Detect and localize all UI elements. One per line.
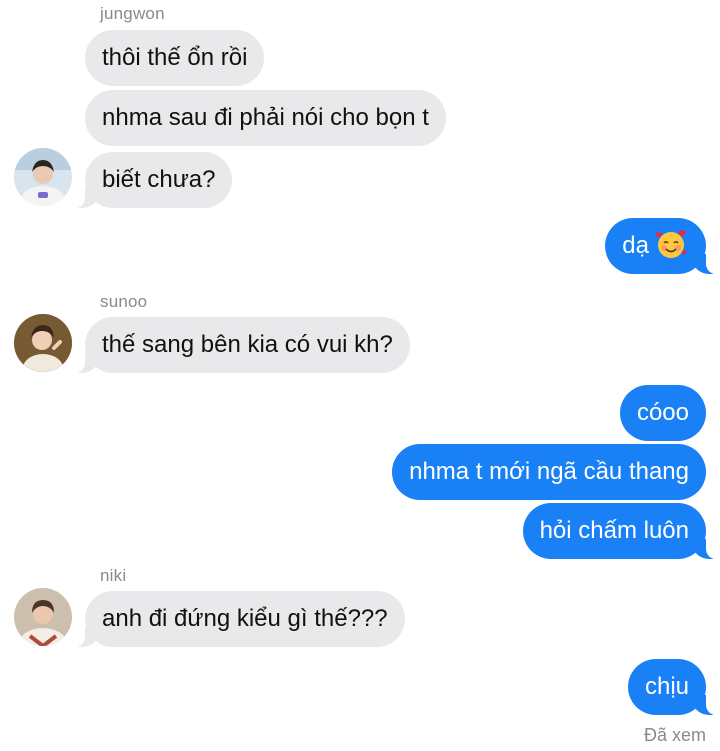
message-text: nhma t mới ngã cầu thang xyxy=(409,458,689,485)
avatar-niki[interactable] xyxy=(14,588,72,646)
sender-name-sunoo: sunoo xyxy=(100,292,148,311)
avatar-photo-icon xyxy=(14,148,72,206)
message-bubble-outgoing[interactable]: nhma t mới ngã cầu thang xyxy=(392,444,706,500)
message-bubble-incoming[interactable]: nhma sau đi phải nói cho bọn t xyxy=(85,90,446,146)
message-text: cóoo xyxy=(636,399,689,426)
message-bubble-incoming[interactable]: thế sang bên kia có vui kh? xyxy=(75,317,410,373)
read-receipt: Đã xem xyxy=(643,725,706,745)
sender-name-jungwon: jungwon xyxy=(100,4,165,23)
message-text: nhma sau đi phải nói cho bọn t xyxy=(102,104,429,131)
message-text: thôi thế ổn rồi xyxy=(102,44,248,71)
avatar-sunoo[interactable] xyxy=(14,314,72,372)
message-text: anh đi đứng kiểu gì thế??? xyxy=(102,605,388,632)
avatar-jungwon[interactable] xyxy=(14,148,72,206)
message-text: biết chưa? xyxy=(102,166,216,193)
message-text: thế sang bên kia có vui kh? xyxy=(102,331,393,358)
avatar-photo-icon xyxy=(14,314,72,372)
message-bubble-outgoing[interactable]: chịu xyxy=(627,659,717,715)
message-text: dạ xyxy=(622,232,649,259)
message-bubble-outgoing[interactable]: cóoo xyxy=(619,385,706,441)
avatar-photo-icon xyxy=(14,588,72,646)
sender-name-niki: niki xyxy=(100,566,127,585)
smiling-face-with-hearts-icon xyxy=(656,229,687,258)
message-bubble-outgoing[interactable]: hỏi chấm luôn xyxy=(522,503,717,559)
message-text: hỏi chấm luôn xyxy=(539,517,689,544)
message-text: chịu xyxy=(644,673,689,700)
message-bubble-incoming[interactable]: biết chưa? xyxy=(74,152,233,208)
message-bubble-incoming[interactable]: anh đi đứng kiểu gì thế??? xyxy=(75,591,405,647)
message-bubble-outgoing[interactable]: dạ xyxy=(605,218,716,274)
message-bubble-incoming[interactable]: thôi thế ổn rồi xyxy=(85,30,265,86)
